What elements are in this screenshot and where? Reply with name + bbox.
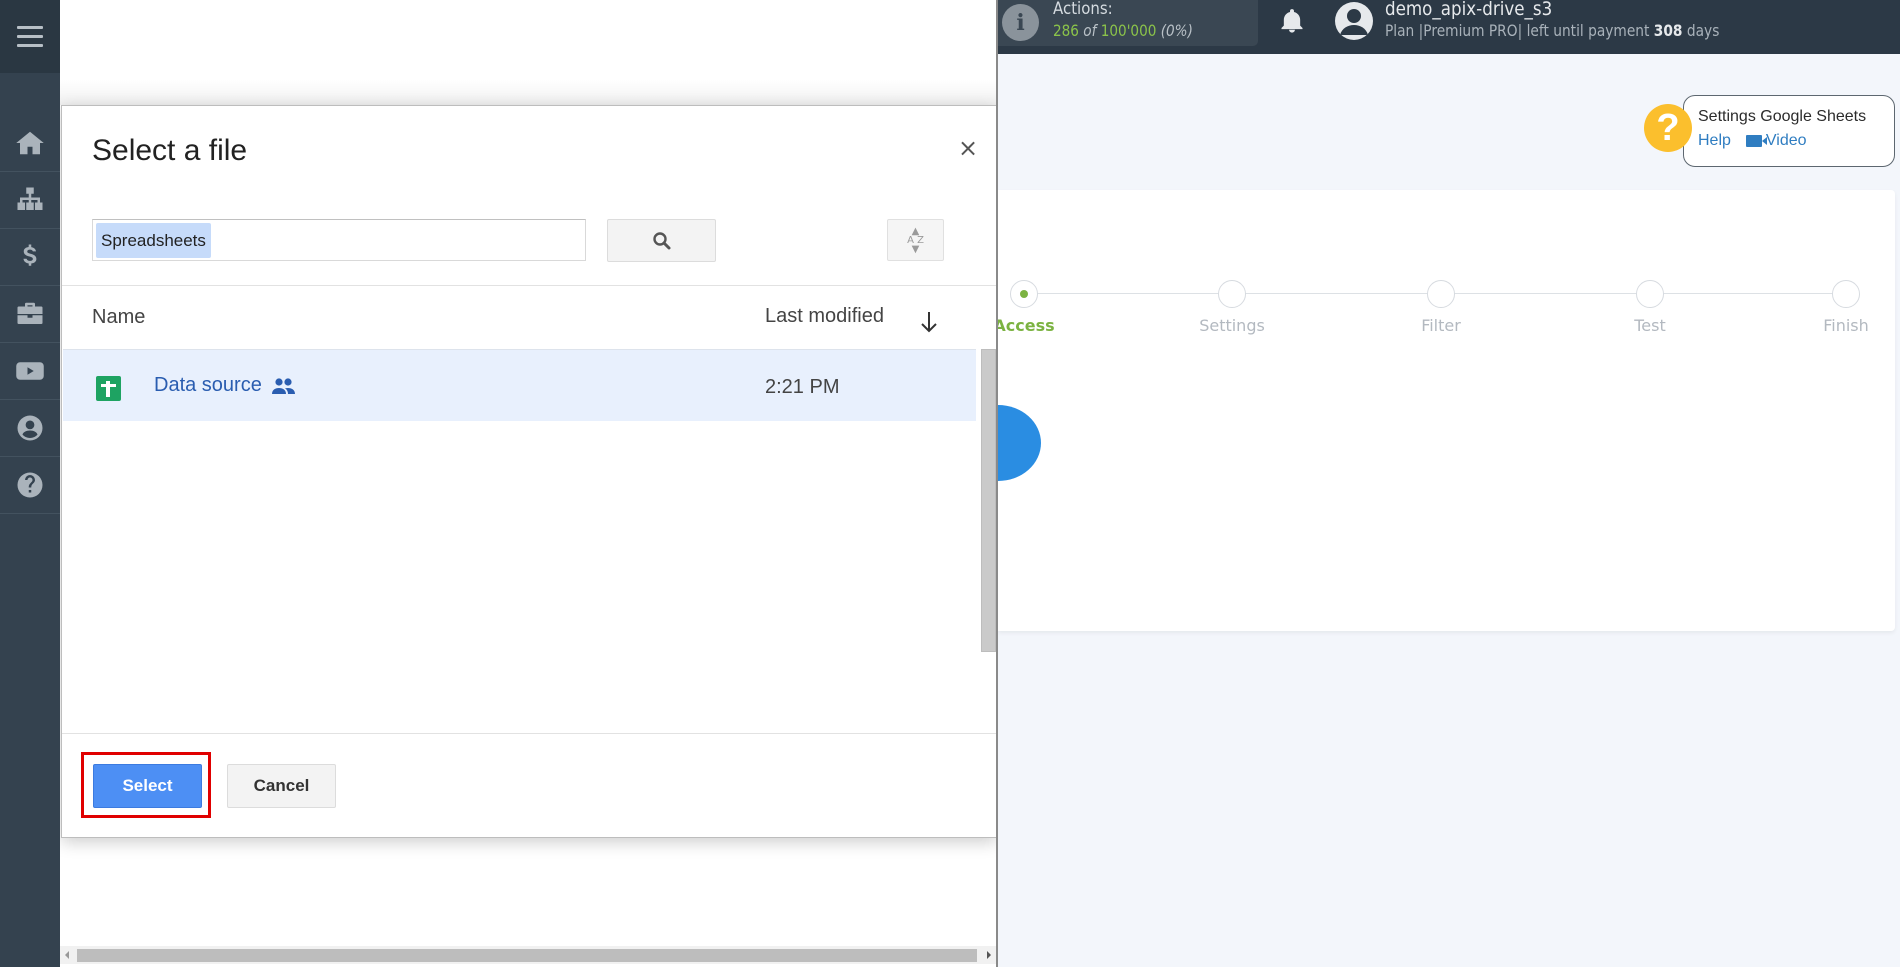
help-links: Help Video: [1698, 132, 1807, 150]
step-circle-finish[interactable]: [1832, 280, 1860, 308]
video-camera-icon: [1745, 135, 1767, 147]
step-circle-filter[interactable]: [1427, 280, 1455, 308]
step-label-test[interactable]: Test: [1634, 316, 1666, 335]
help-box: Settings Google Sheets Help Video: [1683, 95, 1895, 167]
file-row[interactable]: Data source 2:21 PM: [63, 349, 976, 421]
column-header-name[interactable]: Name: [92, 306, 145, 329]
plan-text: Plan |Premium PRO| left until payment: [1385, 21, 1650, 40]
step-circle-access[interactable]: [1010, 280, 1038, 308]
select-file-dialog: Select a file × Spreadsheets ▲ A Z ▼ Nam…: [61, 105, 996, 838]
actions-of: of: [1083, 21, 1097, 40]
sidebar-item-account[interactable]: [0, 400, 60, 457]
actions-used: 286: [1053, 21, 1079, 40]
step-label-filter[interactable]: Filter: [1421, 316, 1461, 335]
user-avatar[interactable]: [1335, 2, 1373, 40]
hamburger-icon: [17, 23, 43, 50]
sidebar-item-connections[interactable]: [0, 172, 60, 229]
file-picker-window: Select a file × Spreadsheets ▲ A Z ▼ Nam…: [60, 0, 998, 967]
scroll-right-icon[interactable]: [987, 951, 991, 959]
briefcase-icon: [17, 302, 43, 324]
file-modified: 2:21 PM: [765, 376, 840, 398]
file-name[interactable]: Data source: [154, 374, 262, 397]
plan-info: Plan |Premium PRO| left until payment 30…: [1385, 21, 1719, 40]
sidebar-item-billing[interactable]: [0, 229, 60, 286]
dialog-title: Select a file: [92, 134, 248, 167]
column-header-last-modified[interactable]: Last modified: [765, 305, 884, 328]
sidebar: [0, 0, 60, 967]
bell-icon: [1281, 9, 1303, 33]
horizontal-scrollbar[interactable]: [60, 946, 996, 964]
select-button[interactable]: Select: [93, 764, 202, 808]
days-suffix: days: [1686, 21, 1720, 40]
divider: [62, 285, 996, 286]
help-link[interactable]: Help: [1698, 132, 1731, 150]
actions-total: 100'000: [1100, 21, 1157, 40]
vertical-scrollbar[interactable]: [981, 349, 996, 652]
menu-toggle-button[interactable]: [0, 0, 60, 73]
step-circle-settings[interactable]: [1218, 280, 1246, 308]
question-circle-icon: [17, 472, 43, 498]
search-button[interactable]: [607, 219, 716, 262]
scroll-left-icon[interactable]: [65, 951, 69, 959]
search-input-value: Spreadsheets: [96, 223, 211, 258]
sort-button[interactable]: ▲ A Z ▼: [887, 219, 944, 261]
top-header: i Actions: 286 of 100'000 (0%) demo_apix…: [998, 0, 1900, 54]
username[interactable]: demo_apix-drive_s3: [1385, 0, 1552, 20]
actions-percent: (0%): [1160, 21, 1193, 40]
step-label-access[interactable]: Access: [993, 316, 1054, 335]
search-input[interactable]: Spreadsheets: [92, 219, 586, 261]
user-circle-icon: [17, 415, 43, 441]
step-circle-test[interactable]: [1636, 280, 1664, 308]
sidebar-item-help[interactable]: [0, 457, 60, 514]
dollar-icon: [23, 244, 37, 266]
notifications-button[interactable]: [1278, 6, 1308, 40]
popup-shade: [60, 80, 996, 105]
info-icon: i: [1002, 4, 1039, 41]
home-icon: [16, 131, 44, 155]
cancel-button[interactable]: Cancel: [227, 764, 336, 808]
youtube-icon: [16, 362, 44, 380]
actions-label: Actions:: [1053, 0, 1113, 19]
step-label-finish[interactable]: Finish: [1823, 316, 1869, 335]
sort-down-icon: ▼: [911, 243, 920, 255]
question-mark-icon: ?: [1644, 104, 1692, 152]
user-icon: [1340, 9, 1368, 35]
search-icon: [652, 231, 670, 249]
sidebar-item-services[interactable]: [0, 286, 60, 343]
video-link[interactable]: Video: [1766, 132, 1807, 150]
shared-people-icon: [272, 378, 295, 394]
sidebar-item-home[interactable]: [0, 115, 60, 172]
sitemap-icon: [17, 187, 43, 210]
scrollbar-thumb[interactable]: [77, 949, 977, 962]
close-icon[interactable]: ×: [958, 134, 978, 162]
steps-card: Access Settings Filter Test Finish: [993, 190, 1895, 631]
google-sheets-icon: [96, 376, 121, 401]
sidebar-item-videos[interactable]: [0, 343, 60, 400]
days-left: 308: [1653, 21, 1683, 40]
help-title: Settings Google Sheets: [1698, 108, 1867, 125]
actions-counter: i Actions: 286 of 100'000 (0%): [998, 0, 1258, 46]
step-label-settings[interactable]: Settings: [1199, 316, 1265, 335]
sort-descending-arrow-icon[interactable]: [917, 309, 941, 335]
footer-divider: [62, 733, 996, 734]
actions-value: 286 of 100'000 (0%): [1053, 21, 1193, 40]
